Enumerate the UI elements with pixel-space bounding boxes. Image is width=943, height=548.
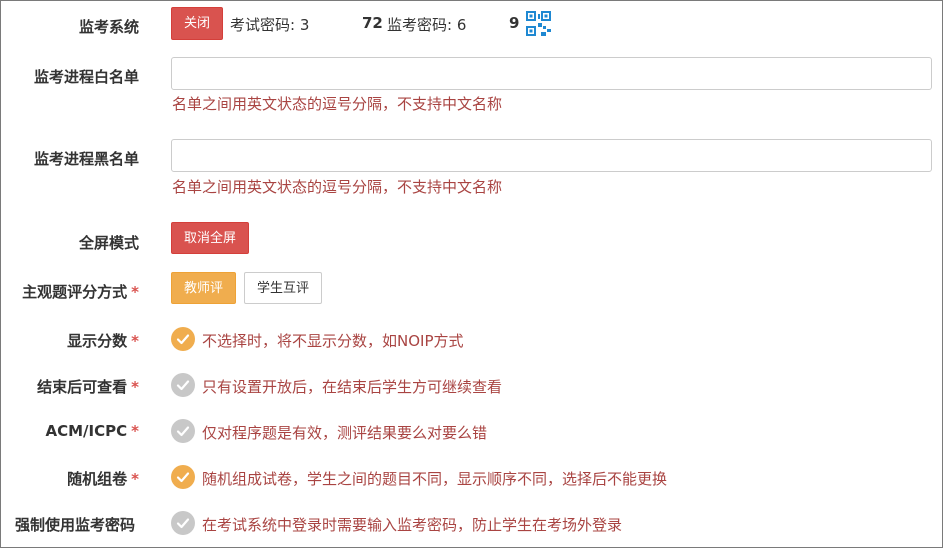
grading-option-teacher[interactable]: 教师评 bbox=[171, 272, 237, 304]
show-score-label: 显示分数 * bbox=[67, 332, 139, 350]
blacklist-label: 监考进程黑名单 bbox=[33, 150, 139, 168]
check-icon bbox=[176, 380, 190, 391]
grading-option-peer[interactable]: 学生互评 bbox=[244, 272, 323, 304]
acm-icpc-checkbox[interactable] bbox=[171, 419, 195, 443]
required-marker: * bbox=[131, 422, 139, 440]
required-marker: * bbox=[131, 470, 139, 488]
random-paper-description: 随机组成试卷，学生之间的题目不同，显示顺序不同，选择后不能更换 bbox=[202, 470, 668, 488]
random-paper-label: 随机组卷 * bbox=[67, 470, 139, 488]
fullscreen-label: 全屏模式 bbox=[78, 234, 139, 252]
show-score-description: 不选择时，将不显示分数，如NOIP方式 bbox=[202, 332, 464, 350]
show-score-checkbox[interactable] bbox=[171, 327, 195, 351]
monitor-password-tail: 9 bbox=[509, 14, 520, 32]
exit-fullscreen-button[interactable]: 取消全屏 bbox=[171, 222, 250, 254]
whitelist-input[interactable] bbox=[171, 57, 932, 90]
form-frame: 监考系统 关闭 考试密码: 3 72 监考密码: 6 9 监考进程白名单 名单之… bbox=[0, 0, 943, 548]
blacklist-help-text: 名单之间用英文状态的逗号分隔，不支持中文名称 bbox=[172, 178, 503, 196]
exam-password-tail: 72 bbox=[362, 14, 383, 32]
check-icon bbox=[176, 334, 190, 345]
redaction-mask bbox=[475, 11, 509, 33]
required-marker: * bbox=[131, 378, 139, 396]
monitor-password-label: 监考密码: 6 bbox=[387, 16, 467, 34]
view-after-end-description: 只有设置开放后，在结束后学生方可继续查看 bbox=[202, 378, 503, 396]
grading-method-label: 主观题评分方式 * bbox=[22, 283, 139, 301]
qrcode-icon[interactable] bbox=[526, 11, 551, 36]
acm-icpc-description: 仅对程序题是有效，测评结果要么对要么错 bbox=[202, 424, 488, 442]
whitelist-help-text: 名单之间用英文状态的逗号分隔，不支持中文名称 bbox=[172, 95, 503, 113]
whitelist-label: 监考进程白名单 bbox=[33, 68, 139, 86]
random-paper-checkbox[interactable] bbox=[171, 465, 195, 489]
force-monitor-password-checkbox[interactable] bbox=[171, 511, 195, 535]
monitor-system-label: 监考系统 bbox=[78, 18, 139, 36]
acm-icpc-label: ACM/ICPC * bbox=[45, 422, 139, 440]
blacklist-input[interactable] bbox=[171, 139, 932, 172]
exam-password-label: 考试密码: 3 bbox=[230, 16, 310, 34]
force-monitor-password-label: 强制使用监考密码 bbox=[14, 516, 135, 534]
force-monitor-password-description: 在考试系统中登录时需要输入监考密码，防止学生在考场外登录 bbox=[202, 516, 623, 534]
redaction-mask bbox=[319, 11, 359, 33]
view-after-end-checkbox[interactable] bbox=[171, 373, 195, 397]
view-after-end-label: 结束后可查看 * bbox=[37, 378, 139, 396]
close-monitor-button[interactable]: 关闭 bbox=[171, 7, 224, 40]
required-marker: * bbox=[131, 283, 139, 301]
check-icon bbox=[176, 472, 190, 483]
required-marker: * bbox=[131, 332, 139, 350]
check-icon bbox=[176, 518, 190, 529]
check-icon bbox=[176, 426, 190, 437]
